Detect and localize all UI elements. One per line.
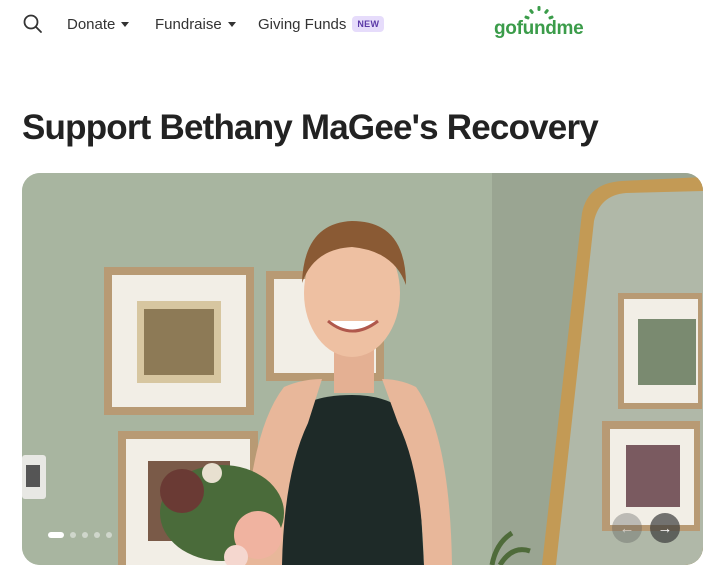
giving-funds-label: Giving Funds <box>258 15 347 33</box>
campaign-photo <box>22 173 703 565</box>
carousel-dot[interactable] <box>48 532 64 538</box>
caret-down-icon <box>121 21 130 27</box>
fundraise-label: Fundraise <box>155 15 222 33</box>
carousel-dot[interactable] <box>106 532 112 538</box>
campaign-photo-carousel[interactable]: ← → <box>22 173 703 565</box>
carousel-pagination <box>48 531 112 539</box>
search-icon <box>23 14 42 33</box>
top-navigation: Donate Fundraise Giving Funds NEW gofund… <box>0 0 719 48</box>
donate-menu[interactable]: Donate <box>67 14 130 34</box>
carousel-prev-button[interactable]: ← <box>612 513 642 543</box>
carousel-dot[interactable] <box>70 532 76 538</box>
carousel-next-button[interactable]: → <box>650 513 680 543</box>
carousel-dot[interactable] <box>94 532 100 538</box>
arrow-left-icon: ← <box>619 519 635 537</box>
search-button[interactable] <box>22 13 44 35</box>
donate-label: Donate <box>67 15 116 33</box>
fundraise-menu[interactable]: Fundraise <box>155 14 236 34</box>
gofundme-logo[interactable]: gofundme <box>494 6 594 42</box>
carousel-dot[interactable] <box>82 532 88 538</box>
arrow-right-icon: → <box>657 519 673 537</box>
new-badge: NEW <box>352 16 385 32</box>
logo-wordmark: gofundme <box>494 18 584 39</box>
campaign-title: Support Bethany MaGee's Recovery <box>22 108 599 147</box>
giving-funds-link[interactable]: Giving Funds NEW <box>258 14 385 34</box>
caret-down-icon <box>227 21 236 27</box>
